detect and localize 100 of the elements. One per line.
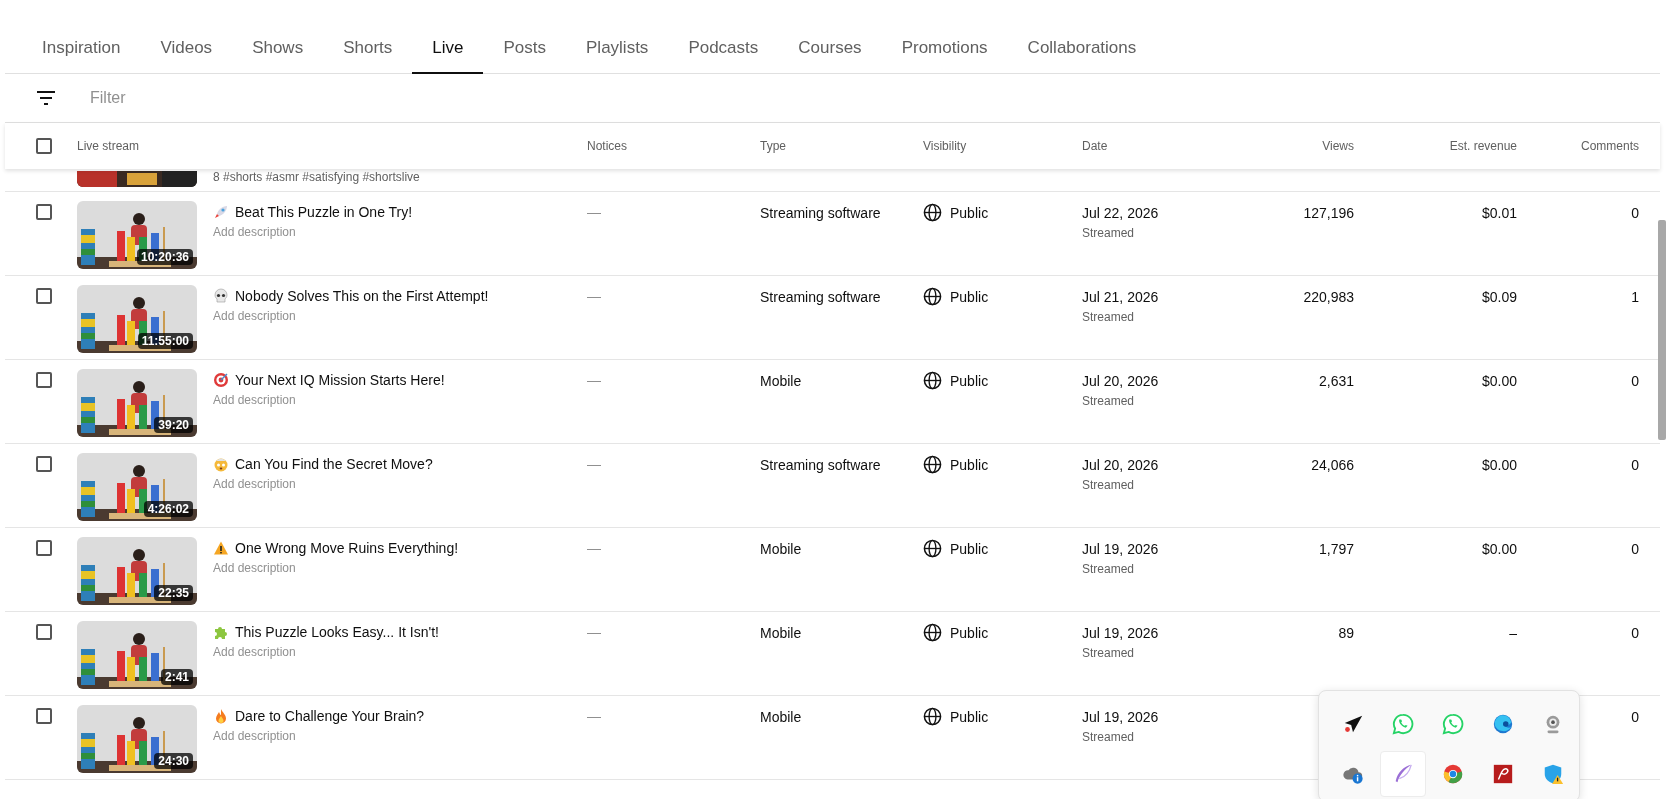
stream-type: Mobile	[760, 624, 803, 641]
chat-bubble-icon	[1442, 713, 1464, 735]
video-description: 8 #shorts #asmr #satisfying #shortslive	[213, 170, 420, 184]
row-checkbox[interactable]	[36, 708, 52, 724]
row-checkbox[interactable]	[36, 204, 52, 220]
add-description-link[interactable]: Add description	[213, 225, 296, 239]
comments-value: 0	[1631, 540, 1639, 557]
add-description-link[interactable]: Add description	[213, 393, 296, 407]
tab[interactable]: Collaborations	[1007, 34, 1157, 74]
video-title[interactable]: Beat This Puzzle in One Try!	[235, 204, 413, 220]
date-status: Streamed	[1082, 226, 1135, 240]
tab[interactable]: Playlists	[566, 34, 669, 74]
video-duration: 10:20:36	[136, 249, 193, 265]
video-duration: 2:41	[160, 669, 193, 685]
revenue-value: $0.00	[1481, 456, 1517, 473]
shield-warning-icon	[1542, 763, 1564, 785]
tab[interactable]: Videos	[140, 34, 233, 74]
stream-type: Mobile	[760, 372, 803, 389]
video-duration: 39:20	[154, 417, 193, 433]
paper-plane-icon	[1342, 713, 1364, 735]
date-status: Streamed	[1082, 730, 1135, 744]
app-logo-icon	[1492, 763, 1514, 785]
stream-type: Mobile	[760, 540, 803, 557]
visibility-value[interactable]: Public	[950, 288, 989, 305]
video-title[interactable]: Nobody Solves This on the First Attempt!	[235, 288, 489, 304]
revenue-value: $0.00	[1481, 540, 1517, 557]
column-header[interactable]: Est. revenue	[1449, 139, 1517, 153]
tab[interactable]: Podcasts	[668, 34, 779, 74]
date-value: Jul 22, 2026	[1082, 204, 1159, 221]
date-value: Jul 21, 2026	[1082, 288, 1159, 305]
date-status: Streamed	[1082, 310, 1135, 324]
add-description-link[interactable]: Add description	[213, 645, 296, 659]
comments-value: 0	[1631, 708, 1639, 725]
notices-value: —	[587, 539, 602, 556]
globe-icon	[923, 539, 942, 558]
tab[interactable]: Posts	[483, 34, 566, 74]
visibility-value[interactable]: Public	[950, 372, 989, 389]
column-header[interactable]: Visibility	[923, 139, 1082, 153]
globe-icon	[923, 371, 942, 390]
column-header[interactable]: Views	[1322, 139, 1354, 153]
date-value: Jul 20, 2026	[1082, 372, 1159, 389]
column-header[interactable]: Comments	[1581, 139, 1639, 153]
column-header[interactable]: Notices	[587, 139, 760, 153]
tab[interactable]: Shorts	[323, 34, 413, 74]
filter-icon[interactable]	[36, 91, 56, 105]
tab[interactable]: Promotions	[881, 34, 1008, 74]
views-value: 220,983	[1303, 288, 1354, 305]
row-checkbox[interactable]	[36, 624, 52, 640]
add-description-link[interactable]: Add description	[213, 477, 296, 491]
date-status: Streamed	[1082, 646, 1135, 660]
column-header[interactable]: Type	[760, 139, 923, 153]
visibility-value[interactable]: Public	[950, 456, 989, 473]
row-checkbox[interactable]	[36, 456, 52, 472]
date-value: Jul 19, 2026	[1082, 624, 1159, 641]
skull-icon	[213, 288, 229, 304]
video-title[interactable]: This Puzzle Looks Easy... It Isn't!	[235, 624, 439, 640]
tab[interactable]: Courses	[778, 34, 882, 74]
views-value: 2,631	[1318, 372, 1354, 389]
notices-value: —	[587, 371, 602, 388]
comments-value: 0	[1631, 456, 1639, 473]
visibility-value[interactable]: Public	[950, 708, 989, 725]
video-title[interactable]: Can You Find the Secret Move?	[235, 456, 433, 472]
chat-bubble-icon	[1392, 713, 1414, 735]
stream-type: Streaming software	[760, 456, 882, 473]
revenue-value: –	[1509, 624, 1517, 641]
swirl-icon	[1492, 713, 1514, 735]
row-checkbox[interactable]	[36, 288, 52, 304]
tab[interactable]: Live	[412, 34, 484, 74]
globe-icon	[923, 623, 942, 642]
visibility-value[interactable]: Public	[950, 624, 989, 641]
stream-type: Streaming software	[760, 204, 882, 221]
add-description-link[interactable]: Add description	[213, 729, 296, 743]
visibility-value[interactable]: Public	[950, 540, 989, 557]
views-value: 24,066	[1311, 456, 1354, 473]
column-header[interactable]: Live stream	[77, 139, 587, 153]
comments-value: 0	[1631, 372, 1639, 389]
add-description-link[interactable]: Add description	[213, 309, 296, 323]
stream-type: Streaming software	[760, 288, 882, 305]
views-value: 127,196	[1303, 204, 1354, 221]
warning-icon	[213, 540, 229, 556]
video-title[interactable]: Dare to Challenge Your Brain?	[235, 708, 425, 724]
date-value: Jul 19, 2026	[1082, 708, 1159, 725]
scrollbar-thumb[interactable]	[1658, 220, 1666, 440]
revenue-value: $0.09	[1481, 288, 1517, 305]
tab[interactable]: Inspiration	[22, 34, 141, 74]
globe-icon	[923, 287, 942, 306]
video-duration: 11:55:00	[137, 333, 193, 349]
rocket-icon	[213, 204, 229, 220]
select-all-checkbox[interactable]	[36, 138, 52, 154]
visibility-value[interactable]: Public	[950, 204, 989, 221]
row-checkbox[interactable]	[36, 540, 52, 556]
tab[interactable]: Shows	[232, 34, 324, 74]
video-title[interactable]: Your Next IQ Mission Starts Here!	[235, 372, 445, 388]
video-title[interactable]: One Wrong Move Ruins Everything!	[235, 540, 459, 556]
column-header[interactable]: Date	[1082, 139, 1242, 153]
date-status: Streamed	[1082, 562, 1135, 576]
row-checkbox[interactable]	[36, 372, 52, 388]
target-icon	[213, 372, 229, 388]
date-status: Streamed	[1082, 478, 1135, 492]
add-description-link[interactable]: Add description	[213, 561, 296, 575]
